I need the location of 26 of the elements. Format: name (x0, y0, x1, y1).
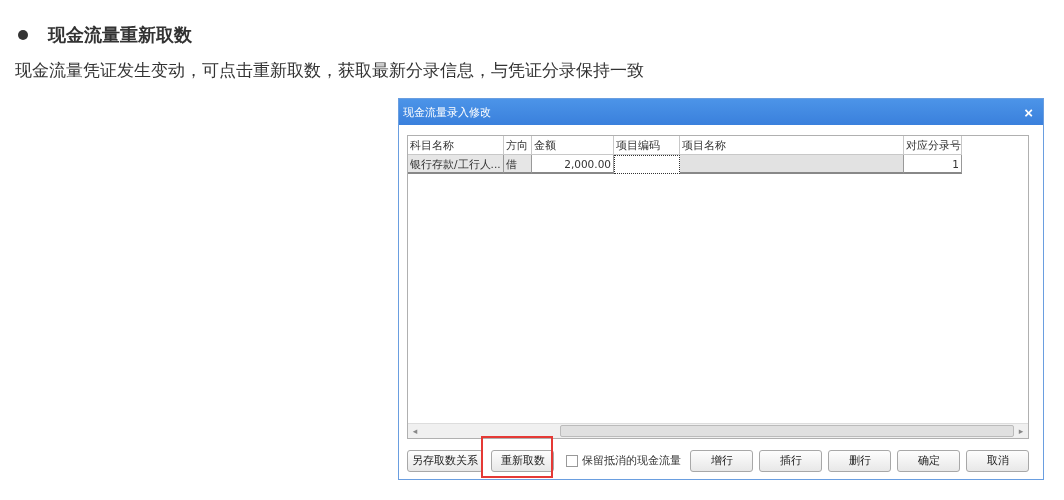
dialog-button[interactable]: 取消 (966, 449, 1029, 472)
dialog-button[interactable]: 增行 (690, 449, 753, 472)
dialog-button[interactable]: 删行 (828, 449, 891, 472)
dialog-button[interactable]: 插行 (759, 449, 822, 472)
bullet-icon (18, 30, 28, 40)
column-header: 方向 (504, 136, 532, 155)
description-text: 现金流量凭证发生变动，可点击重新取数，获取最新分录信息，与凭证分录保持一致 (15, 59, 645, 82)
dialog-button[interactable]: 另存取数关系 (407, 450, 483, 472)
column-header: 科目名称 (408, 136, 504, 155)
table-cell: 银行存款/工行人... (408, 155, 504, 174)
column-header: 对应分录号 (904, 136, 962, 155)
window-title: 现金流量录入修改 (403, 104, 491, 120)
cell-input[interactable] (614, 155, 680, 174)
column-header: 金额 (532, 136, 614, 155)
dialog-button[interactable]: 确定 (897, 449, 960, 472)
close-button[interactable]: × (1020, 103, 1037, 121)
section-heading: 现金流量重新取数 (48, 23, 192, 47)
table-cell: 2,000.00 (532, 155, 614, 174)
scrollbar-thumb[interactable] (560, 425, 1014, 437)
column-header: 项目编码 (614, 136, 680, 155)
dialog-button[interactable]: 重新取数 (491, 449, 554, 472)
column-header: 项目名称 (680, 136, 904, 155)
table-cell: 借 (504, 155, 532, 174)
table-cell: 1 (904, 155, 962, 174)
checkbox-label: 保留抵消的现金流量 (582, 453, 681, 468)
checkbox[interactable] (566, 454, 578, 467)
